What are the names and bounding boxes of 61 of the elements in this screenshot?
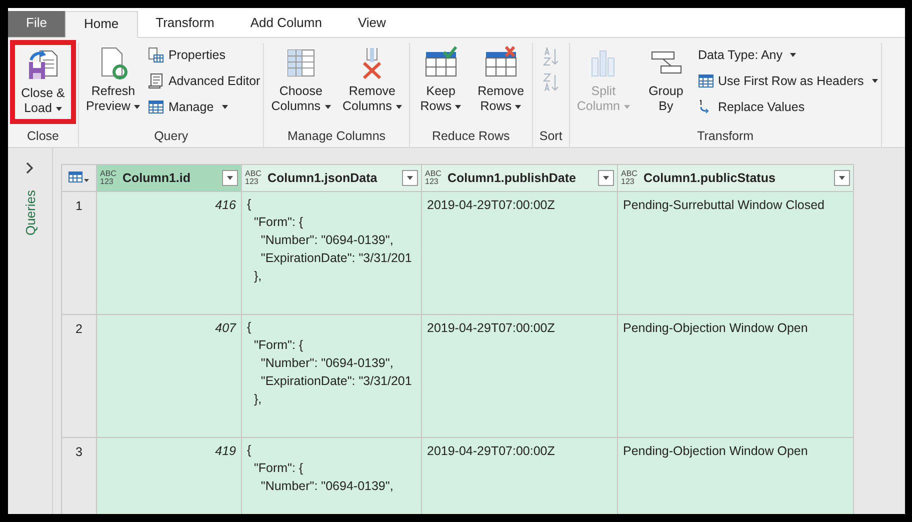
table-cell: 2019-04-29T07:00:00Z	[422, 314, 618, 438]
caret-icon	[134, 104, 140, 109]
table-cell: { "Form": { "Number": "0694-0139", "ExpirationDate": "3/31/201 },	[242, 192, 422, 314]
ribbon-button[interactable]: Use First Row as Headers	[698, 71, 878, 91]
ribbon-tab[interactable]: Add Column	[232, 11, 340, 37]
filter-dropdown[interactable]	[834, 170, 850, 186]
filter-dropdown[interactable]	[222, 170, 238, 186]
type-indicator: ABC 123	[425, 170, 442, 186]
ribbon-button[interactable]: Advanced Editor	[148, 71, 260, 91]
type-indicator: ABC 123	[100, 170, 116, 186]
caret-icon	[872, 79, 878, 83]
table-icon	[148, 99, 164, 115]
table-cell: 2019-04-29T07:00:00Z	[422, 192, 618, 314]
group-label: Manage Columns	[286, 129, 387, 145]
ribbon-tab[interactable]: Home	[64, 11, 138, 38]
ribbon-button[interactable]: Refresh Preview	[82, 43, 144, 117]
properties-icon	[148, 47, 164, 63]
row-number: 1	[62, 192, 96, 314]
ribbon-tab[interactable]: Transform	[138, 11, 232, 37]
table-cell: Pending-Objection Window Open	[618, 314, 854, 438]
queries-pane-label[interactable]: Queries	[22, 190, 38, 236]
group-label: Reduce Rows	[430, 129, 511, 145]
ribbon-button[interactable]: Close & Load	[15, 45, 71, 119]
chevron-icon[interactable]	[26, 162, 34, 174]
caret-icon	[624, 104, 630, 109]
ribbon-tab[interactable]: File	[8, 11, 65, 37]
table-cell: 407	[96, 314, 242, 438]
ribbon-button[interactable]: Remove Rows	[472, 43, 529, 117]
ribbon-button[interactable]: Properties	[148, 45, 260, 65]
ribbon-button[interactable]: Group By	[638, 43, 694, 117]
filter-dropdown[interactable]	[598, 170, 614, 186]
table-cell: { "Form": { "Number": "0694-0139", "ExpirationDate": "3/31/201 },	[242, 314, 422, 438]
ribbon-button[interactable]: Remove Columns	[338, 43, 406, 117]
caret-icon	[515, 104, 522, 109]
row-number: 3	[62, 438, 96, 514]
table-icon	[698, 73, 714, 89]
table-cell: Pending-Surrebuttal Window Closed	[618, 192, 854, 314]
caret-icon	[396, 104, 402, 109]
caret-icon	[790, 53, 796, 57]
type-indicator: ABC 123	[621, 170, 638, 186]
ribbon-button[interactable]: Keep Rows	[412, 43, 469, 117]
table-menu-icon[interactable]	[62, 164, 96, 192]
type-indicator: ABC 123	[245, 170, 262, 186]
ribbon-tab[interactable]: View	[340, 11, 404, 37]
group-label: Query	[153, 129, 190, 145]
filter-dropdown[interactable]	[402, 170, 418, 186]
ribbon-button[interactable]: Manage	[148, 97, 260, 117]
ribbon-button[interactable]: Replace Values	[698, 97, 878, 117]
group-label: Sort	[538, 129, 564, 145]
caret-icon	[455, 104, 462, 109]
ribbon-button[interactable]: Choose Columns	[267, 43, 335, 117]
caret-icon	[324, 104, 331, 109]
caret-icon	[56, 106, 62, 111]
group-label: Close	[26, 129, 60, 145]
ribbon-button[interactable]: Data Type: Any	[698, 45, 878, 65]
editor-icon	[148, 73, 164, 89]
close-load-icon	[26, 48, 60, 82]
row-number: 2	[62, 314, 96, 438]
table-cell: 416	[96, 192, 242, 314]
caret-icon	[222, 105, 228, 109]
group-label: Transform	[696, 129, 755, 145]
